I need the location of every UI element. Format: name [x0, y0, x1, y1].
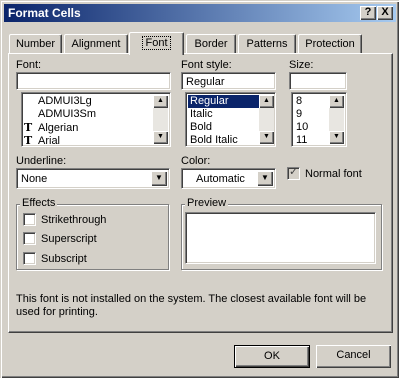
font-label: Font:	[16, 59, 42, 71]
list-item-label: Arial	[38, 135, 61, 147]
list-item[interactable]: T Algerian	[24, 121, 78, 134]
superscript-label[interactable]: Superscript	[41, 233, 97, 245]
scroll-down-icon[interactable]: ▼	[259, 131, 274, 144]
help-icon: ?	[364, 6, 372, 18]
dialog-title: Format Cells	[8, 6, 81, 20]
size-input[interactable]	[289, 72, 347, 90]
effects-group-label: Effects	[20, 197, 58, 209]
list-item[interactable]: Bold	[190, 121, 212, 134]
scroll-down-icon[interactable]: ▼	[329, 131, 344, 144]
font-style-list[interactable]: Regular Italic Bold Bold Italic ▲ ▼	[185, 92, 276, 147]
ok-button-label: OK	[264, 350, 280, 362]
title-bar: Format Cells ? X	[4, 4, 396, 22]
tab-font-label: Font	[142, 36, 171, 50]
list-item-label: Algerian	[38, 122, 79, 134]
superscript-checkbox[interactable]	[23, 232, 36, 245]
cancel-button[interactable]: Cancel	[316, 345, 391, 368]
tab-alignment[interactable]: Alignment	[64, 34, 128, 54]
list-item[interactable]: 9	[296, 108, 302, 121]
font-message-line-1: This font is not installed on the system…	[16, 293, 367, 305]
list-item[interactable]: Italic	[190, 108, 213, 121]
subscript-label[interactable]: Subscript	[41, 253, 87, 265]
tab-protection-label: Protection	[305, 38, 355, 50]
color-select[interactable]: Automatic ▼	[181, 168, 276, 189]
list-item[interactable]: T Arial	[24, 134, 60, 147]
close-icon: X	[381, 6, 389, 18]
tab-border-label: Border	[194, 38, 228, 50]
list-item[interactable]: 11	[296, 134, 307, 147]
list-item[interactable]: ADMUI3Lg	[24, 95, 92, 108]
preview-box	[185, 212, 376, 264]
subscript-checkbox[interactable]	[23, 252, 36, 265]
size-label: Size:	[289, 59, 314, 71]
tab-font[interactable]: Font	[129, 32, 184, 55]
strikethrough-checkbox[interactable]	[23, 213, 36, 226]
list-item-label: ADMUI3Lg	[38, 95, 92, 107]
font-list[interactable]: ADMUI3Lg ADMUI3Sm T Algerian T Arial ▲ ▼	[21, 92, 171, 147]
normal-font-checkbox[interactable]	[287, 165, 300, 180]
tab-patterns-label: Patterns	[246, 38, 288, 50]
tab-number[interactable]: Number	[9, 34, 62, 54]
list-item[interactable]: Bold Italic	[190, 134, 238, 147]
scroll-up-icon[interactable]: ▲	[329, 95, 344, 108]
scroll-up-icon[interactable]: ▲	[153, 95, 168, 108]
tab-strip: Number Alignment Font Border Patterns Pr…	[9, 32, 393, 55]
tab-border[interactable]: Border	[186, 34, 236, 54]
normal-font-label[interactable]: Normal font	[305, 168, 362, 180]
list-item[interactable]: 10	[296, 121, 308, 134]
font-style-input[interactable]: Regular	[181, 72, 276, 90]
color-select-value: Automatic	[196, 173, 245, 185]
cancel-button-label: Cancel	[336, 349, 371, 361]
size-list[interactable]: 8 9 10 11 ▲ ▼	[291, 92, 347, 147]
font-message-line-2: used for printing.	[16, 306, 98, 318]
tab-patterns[interactable]: Patterns	[238, 34, 296, 54]
list-item[interactable]: ADMUI3Sm	[24, 108, 96, 121]
underline-select[interactable]: None ▼	[16, 168, 170, 189]
list-item[interactable]: 8	[296, 95, 302, 108]
font-style-input-value: Regular	[186, 76, 225, 88]
font-input[interactable]	[16, 72, 171, 90]
close-button[interactable]: X	[377, 6, 393, 20]
list-item-label: ADMUI3Sm	[38, 108, 97, 120]
underline-label: Underline:	[16, 155, 67, 167]
list-item[interactable]: Regular	[188, 95, 259, 108]
font-style-label: Font style:	[181, 59, 232, 71]
tab-alignment-label: Alignment	[71, 38, 121, 50]
truetype-font-icon: T	[24, 134, 33, 147]
scroll-down-icon[interactable]: ▼	[153, 131, 168, 144]
ok-button[interactable]: OK	[234, 345, 310, 368]
strikethrough-label[interactable]: Strikethrough	[41, 214, 106, 226]
format-cells-dialog: Format Cells ? X Number Alignment Font B…	[0, 0, 399, 378]
scroll-up-icon[interactable]: ▲	[259, 95, 274, 108]
tab-protection[interactable]: Protection	[298, 34, 362, 54]
help-button[interactable]: ?	[360, 6, 376, 20]
tab-number-label: Number	[15, 38, 56, 50]
chevron-down-icon[interactable]: ▼	[257, 171, 273, 186]
chevron-down-icon[interactable]: ▼	[151, 171, 167, 186]
color-label: Color:	[181, 155, 211, 167]
underline-select-value: None	[21, 173, 48, 185]
preview-group-label: Preview	[185, 197, 229, 209]
truetype-font-icon: T	[24, 121, 33, 134]
